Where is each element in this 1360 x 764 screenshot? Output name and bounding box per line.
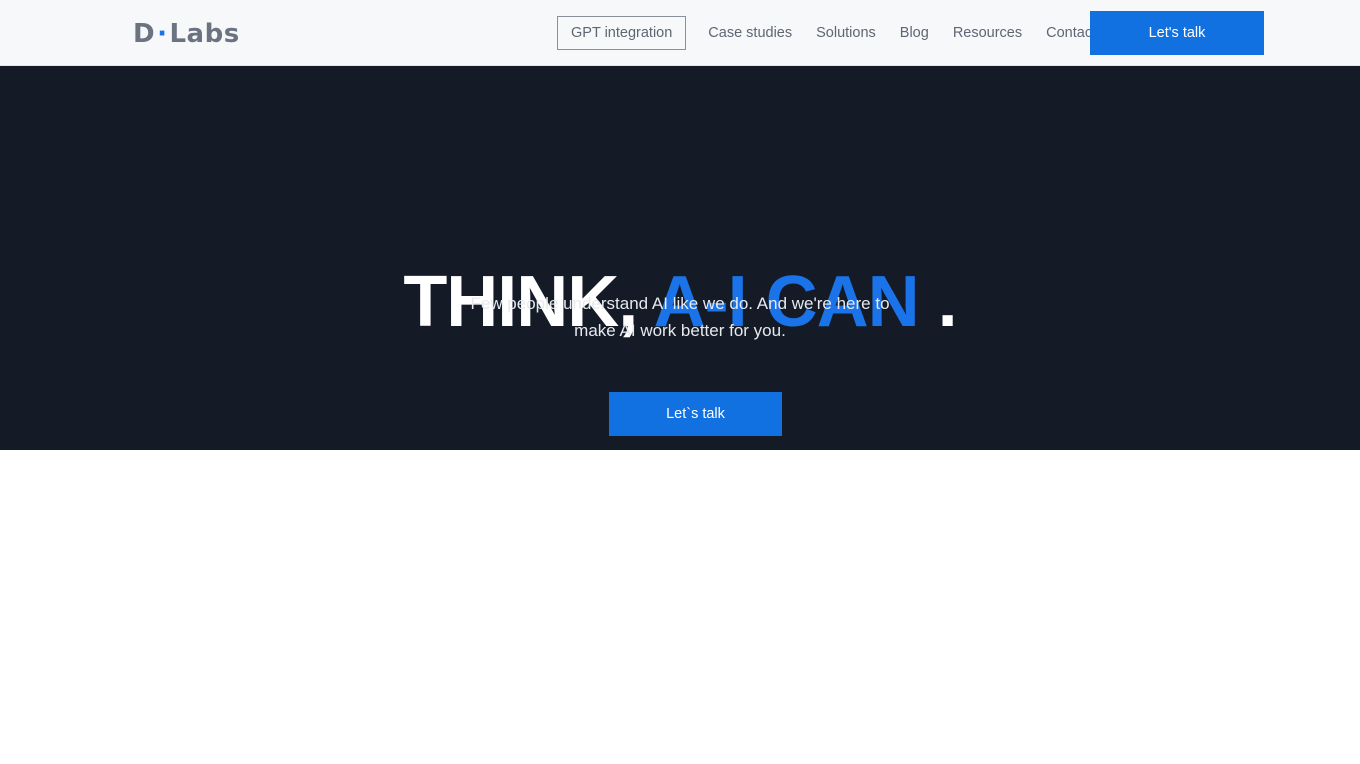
nav-item-solutions[interactable]: Solutions bbox=[804, 25, 888, 41]
hero-lets-talk-button[interactable]: Let`s talk bbox=[609, 392, 782, 436]
main-navigation: GPT integration Case studies Solutions B… bbox=[557, 0, 1108, 66]
nav-item-gpt-integration[interactable]: GPT integration bbox=[557, 16, 687, 50]
logo-text-right: Labs bbox=[169, 19, 240, 49]
site-logo[interactable]: D · Labs bbox=[133, 21, 240, 47]
site-header: D · Labs GPT integration Case studies Solu… bbox=[0, 0, 1360, 66]
hero-subtitle-line1: Few people understand AI like we do. And… bbox=[470, 294, 890, 313]
header-lets-talk-button[interactable]: Let's talk bbox=[1090, 11, 1264, 55]
hero-subtitle-line2: make AI work better for you. bbox=[574, 321, 786, 340]
nav-item-blog[interactable]: Blog bbox=[888, 25, 941, 41]
nav-item-resources[interactable]: Resources bbox=[941, 25, 1034, 41]
logo-text-left: D bbox=[133, 19, 156, 49]
nav-item-case-studies[interactable]: Case studies bbox=[696, 25, 804, 41]
logo-dot-icon: · bbox=[157, 19, 168, 49]
page-root: D · Labs GPT integration Case studies Solu… bbox=[0, 0, 1360, 764]
hero-subtitle: Few people understand AI like we do. And… bbox=[0, 290, 1360, 344]
cookie-consent-banner: This website uses cookies We use cookies… bbox=[0, 450, 1360, 764]
